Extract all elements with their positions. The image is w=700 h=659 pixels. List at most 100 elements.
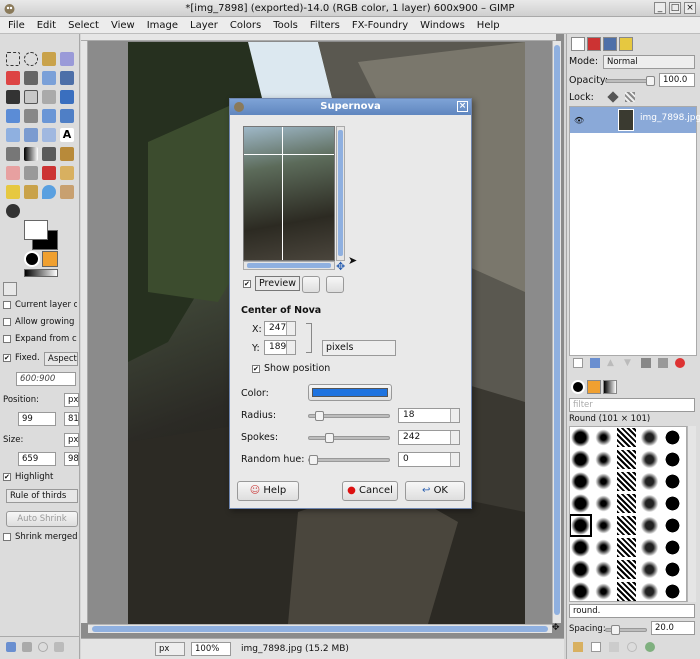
allow-growing-option[interactable]: Allow growing (3, 317, 77, 327)
vertical-scrollbar[interactable] (552, 41, 561, 623)
brush-item[interactable] (594, 472, 613, 491)
aspect-dropdown[interactable]: Aspect ratio (44, 352, 78, 366)
brush-item[interactable] (594, 428, 613, 447)
fuzzy-select-icon[interactable] (60, 52, 74, 66)
random-hue-slider-knob[interactable] (309, 455, 318, 465)
preview-checkbox[interactable]: ✔ Preview (243, 276, 300, 291)
perspective-clone-icon[interactable] (24, 185, 38, 199)
dodge-burn-icon[interactable] (6, 204, 20, 218)
foreground-select-icon[interactable] (42, 71, 56, 85)
lower-layer-icon[interactable]: ▼ (624, 358, 634, 368)
brush-item[interactable] (663, 428, 682, 447)
brush-item[interactable] (617, 516, 636, 535)
brush-item[interactable] (594, 494, 613, 513)
brush-item[interactable] (594, 450, 613, 469)
edit-brush-icon[interactable] (573, 642, 583, 652)
opacity-slider[interactable] (605, 76, 655, 86)
brush-item[interactable] (617, 538, 636, 557)
patterns-tab[interactable] (587, 380, 601, 394)
brush-item[interactable] (663, 516, 682, 535)
menu-file[interactable]: File (8, 17, 25, 33)
brush-item[interactable] (571, 450, 590, 469)
flip-icon[interactable] (42, 128, 56, 142)
brush-item[interactable] (640, 516, 659, 535)
blur-icon[interactable] (42, 185, 56, 199)
paintbrush-icon[interactable] (60, 147, 74, 161)
gradients-tab[interactable] (603, 380, 617, 394)
brush-item[interactable] (640, 428, 659, 447)
brush-item[interactable] (640, 582, 659, 601)
ratio-field[interactable]: 600:900 (16, 372, 76, 386)
ellipse-select-icon[interactable] (24, 52, 38, 66)
brush-item[interactable] (617, 582, 636, 601)
dialog-close-button[interactable]: × (457, 101, 468, 112)
cancel-button[interactable]: ● Cancel (342, 481, 398, 501)
preview-vscroll[interactable] (336, 126, 345, 261)
delete-options-icon[interactable] (38, 642, 48, 652)
blend-icon[interactable] (24, 147, 38, 161)
ink-icon[interactable] (42, 166, 56, 180)
brush-scrollbar[interactable] (687, 426, 696, 602)
unit-dropdown[interactable]: px (155, 642, 185, 656)
brush-item[interactable] (571, 560, 590, 579)
brushes-tab[interactable] (571, 380, 585, 394)
menu-help[interactable]: Help (477, 17, 500, 33)
brush-item[interactable] (640, 538, 659, 557)
position-x-field[interactable]: 99 (18, 412, 56, 426)
paths-tab[interactable] (603, 37, 617, 51)
preview-split-button[interactable] (302, 276, 320, 293)
foreground-color-swatch[interactable] (24, 220, 48, 240)
zoom-dropdown[interactable]: 100% (191, 642, 231, 656)
mode-dropdown[interactable]: Normal (603, 55, 695, 69)
text-tool-icon[interactable]: A (60, 128, 74, 142)
brush-item[interactable] (617, 450, 636, 469)
layer-name[interactable]: img_7898.jpg (640, 113, 700, 123)
free-select-icon[interactable] (42, 52, 56, 66)
menu-view[interactable]: View (111, 17, 135, 33)
opacity-field[interactable]: 100.0 (659, 73, 695, 87)
reset-options-icon[interactable] (54, 642, 64, 652)
duplicate-layer-icon[interactable] (641, 358, 651, 368)
position-unit[interactable]: px (64, 393, 79, 407)
lock-pixels-icon[interactable] (607, 91, 619, 103)
refresh-brushes-icon[interactable] (645, 642, 655, 652)
brush-tag-field[interactable]: round. (569, 604, 695, 618)
new-brush-icon[interactable] (591, 642, 601, 652)
gradient-indicator[interactable] (24, 269, 58, 277)
minimize-button[interactable]: _ (654, 2, 666, 14)
size-w-field[interactable]: 659 (18, 452, 56, 466)
brush-item[interactable] (594, 582, 613, 601)
clone-icon[interactable] (60, 166, 74, 180)
delete-layer-icon[interactable] (675, 358, 685, 368)
close-window-button[interactable]: × (684, 2, 696, 14)
highlight-option[interactable]: ✔ Highlight (3, 472, 77, 482)
layer-row[interactable]: 👁 img_7898.jpg (570, 107, 700, 133)
spacing-slider[interactable] (605, 625, 647, 635)
preview-image[interactable] (243, 126, 335, 261)
current-layer-option[interactable]: Current layer only (3, 300, 77, 310)
menu-fx-foundry[interactable]: FX-Foundry (352, 17, 408, 33)
radius-slider[interactable] (308, 411, 390, 421)
paths-icon[interactable] (60, 71, 74, 85)
move-icon[interactable] (60, 90, 74, 104)
brush-item[interactable] (640, 472, 659, 491)
brush-item[interactable] (571, 582, 590, 601)
brush-item[interactable] (594, 560, 613, 579)
select-by-color-icon[interactable] (6, 71, 20, 85)
maximize-button[interactable]: □ (669, 2, 681, 14)
horizontal-scrollbar[interactable] (88, 624, 552, 633)
brush-item[interactable] (640, 450, 659, 469)
lock-alpha-icon[interactable] (625, 92, 635, 102)
brush-item[interactable] (663, 582, 682, 601)
tool-options-tab[interactable] (3, 282, 17, 296)
brush-item[interactable] (640, 494, 659, 513)
unit-select[interactable]: pixels (322, 340, 396, 356)
shear-icon[interactable] (6, 128, 20, 142)
channels-tab[interactable] (587, 37, 601, 51)
menu-filters[interactable]: Filters (310, 17, 340, 33)
duplicate-brush-icon[interactable] (609, 642, 619, 652)
brush-item[interactable] (663, 472, 682, 491)
preview-compare-button[interactable] (326, 276, 344, 293)
delete-brush-icon[interactable] (627, 642, 637, 652)
size-unit[interactable]: px (64, 433, 79, 447)
